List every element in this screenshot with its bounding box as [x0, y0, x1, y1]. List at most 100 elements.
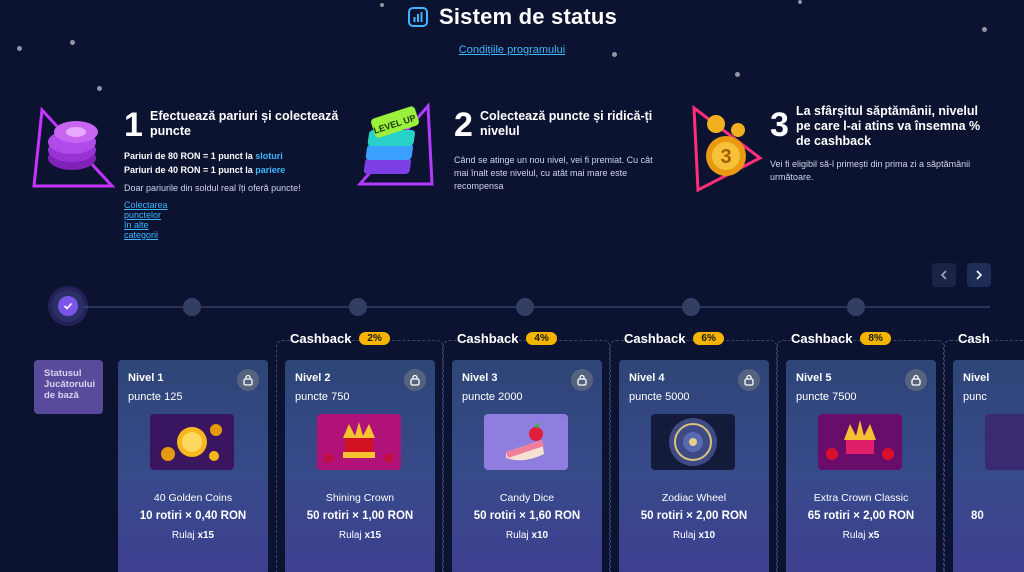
lock-button[interactable]	[237, 369, 259, 391]
level-card-2[interactable]: Nivel 2 puncte 750 Shining Crown 50 roti…	[285, 360, 435, 572]
cashback-header: Cashback 8%	[791, 331, 891, 346]
carousel-prev-button[interactable]	[932, 263, 956, 287]
snowflake	[97, 86, 102, 91]
game-thumbnail	[317, 414, 401, 470]
timeline-node	[682, 298, 700, 316]
game-name: Candy Dice	[499, 492, 555, 504]
level-card-3[interactable]: Nivel 3 puncte 2000 Candy Dice 50 rotiri…	[452, 360, 602, 572]
level-points: puncte 750	[295, 391, 350, 403]
game-thumbnail	[150, 414, 234, 470]
cashback-header: Cashback 6%	[624, 331, 724, 346]
step-title: Efectuează pariuri și colectează puncte	[150, 109, 339, 138]
level-points: puncte 5000	[629, 391, 690, 403]
cashback-label-partial: Cash	[958, 331, 990, 346]
step-note: Doar pariurile din soldul real îți oferă…	[124, 183, 301, 193]
step-number: 2	[454, 106, 473, 144]
level-points: punc	[963, 391, 987, 403]
timeline-node	[349, 298, 367, 316]
free-spins: 10 rotiri × 0,40 RON	[139, 510, 247, 522]
cashback-badge: 4%	[526, 332, 557, 345]
free-spins: 50 rotiri × 1,00 RON	[306, 510, 414, 522]
cashback-header: Cashback 2%	[290, 331, 390, 346]
step-description: Vei fi eligibil să-l primești din prima …	[770, 159, 971, 182]
level-card-1[interactable]: Nivel 1 puncte 125 40 Golden Coins 10 ro…	[118, 360, 268, 572]
wager-requirement: Rulaj x15	[118, 530, 268, 541]
wager-label: Rulaj	[171, 530, 198, 541]
rule-text: Pariuri de 40 RON = 1 punct la	[124, 165, 256, 175]
svg-text:3: 3	[720, 146, 731, 168]
chevron-right-icon	[976, 270, 983, 280]
free-spins: 50 rotiri × 2,00 RON	[640, 510, 748, 522]
level-title: Nivel 2	[295, 372, 331, 384]
status-line: Statusul	[44, 368, 82, 379]
wager-label: Rulaj	[842, 530, 869, 541]
status-line: Jucătorului	[44, 379, 96, 390]
game-thumbnail	[484, 414, 568, 470]
program-conditions-link[interactable]: Condițiile programului	[459, 44, 565, 56]
wager-value: x10	[698, 530, 716, 541]
page-header: Sistem de status Condițiile programului	[0, 4, 1024, 58]
lock-button[interactable]	[905, 369, 927, 391]
step-title: La sfârșitul săptămânii, nivelul pe care…	[796, 104, 981, 148]
wager-value: x15	[364, 530, 382, 541]
purple-coins-icon	[32, 106, 116, 188]
lock-icon	[410, 374, 420, 386]
lock-icon	[911, 374, 921, 386]
cashback-badge: 2%	[359, 332, 390, 345]
step-number: 3	[770, 106, 789, 144]
game-name: Shining Crown	[325, 492, 395, 504]
lock-icon	[744, 374, 754, 386]
wager-value: x5	[868, 530, 880, 541]
cashback-label: Cashback	[791, 331, 853, 346]
page-title: Sistem de status	[438, 4, 618, 29]
level-points: puncte 7500	[796, 391, 857, 403]
level-title: Nivel 3	[462, 372, 498, 384]
cashback-badge: 8%	[860, 332, 891, 345]
betting-link[interactable]: pariere	[255, 165, 285, 175]
level-up-blocks-icon: LEVEL UP	[356, 102, 434, 186]
other-categories-link[interactable]: Colectarea punctelor în alte categorii	[124, 200, 168, 240]
game-name: Zodiac Wheel	[661, 492, 727, 504]
timeline-node	[183, 298, 201, 316]
timeline-node	[516, 298, 534, 316]
wager-requirement: Rulaj x10	[619, 530, 769, 541]
lock-button[interactable]	[571, 369, 593, 391]
gold-cashback-coin-icon: 3	[692, 104, 763, 193]
free-spins: 50 rotiri × 1,60 RON	[473, 510, 581, 522]
cashback-header: Cashback 4%	[457, 331, 557, 346]
lock-icon	[577, 374, 587, 386]
status-chart-icon	[407, 7, 428, 27]
step-rule-slots: Pariuri de 80 RON = 1 punct la sloturi	[124, 150, 354, 163]
level-points: puncte 125	[128, 391, 183, 403]
cashback-header: Cash	[958, 331, 990, 346]
level-title: Nivel 4	[629, 372, 665, 384]
slots-link[interactable]: sloturi	[255, 151, 283, 161]
basic-player-status: Statusul Jucătorului de bază	[34, 360, 103, 414]
rule-text: Pariuri de 80 RON = 1 punct la	[124, 151, 256, 161]
carousel-next-button[interactable]	[967, 263, 991, 287]
level-card-5[interactable]: Nivel 5 puncte 7500 Extra Crown Classic …	[786, 360, 936, 572]
game-thumbnail	[985, 414, 1024, 470]
wager-value: x15	[197, 530, 215, 541]
game-name: Extra Crown Classic	[813, 492, 909, 504]
step-rule-betting: Pariuri de 40 RON = 1 punct la pariere	[124, 164, 354, 177]
cashback-label: Cashback	[457, 331, 519, 346]
timeline-current-node	[52, 290, 84, 322]
level-card-4[interactable]: Nivel 4 puncte 5000 Zodiac Wheel 50 roti…	[619, 360, 769, 572]
lock-button[interactable]	[738, 369, 760, 391]
game-thumbnail	[818, 414, 902, 470]
game-name: 40 Golden Coins	[153, 492, 233, 504]
snowflake	[735, 72, 740, 77]
step-description: Când se atinge un nou nivel, vei fi prem…	[454, 155, 653, 191]
step-number: 1	[124, 106, 143, 144]
cashback-label: Cashback	[624, 331, 686, 346]
lock-button[interactable]	[404, 369, 426, 391]
status-line: de bază	[44, 390, 79, 401]
free-spins: 65 rotiri × 2,00 RON	[807, 510, 915, 522]
wager-label: Rulaj	[672, 530, 699, 541]
game-thumbnail	[651, 414, 735, 470]
cashback-label: Cashback	[290, 331, 352, 346]
level-card-6-partial[interactable]: Nivel punc 80	[953, 360, 1024, 572]
wager-value: x10	[531, 530, 549, 541]
level-points: puncte 2000	[462, 391, 523, 403]
